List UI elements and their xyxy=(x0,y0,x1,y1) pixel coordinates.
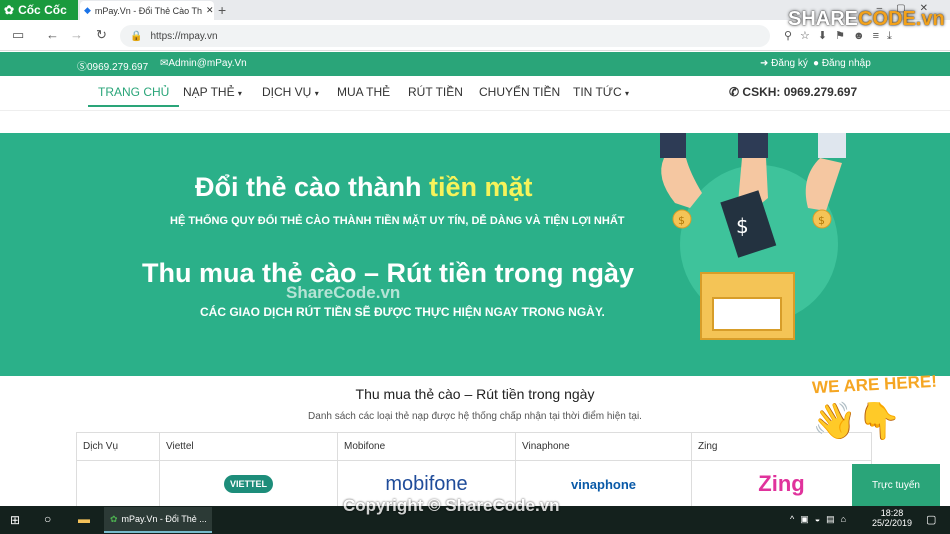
hero-subtitle-2: CÁC GIAO DỊCH RÚT TIỀN SẼ ĐƯỢC THỰC HIỆN… xyxy=(200,305,605,319)
site-favicon-icon: ◆ xyxy=(84,5,91,15)
sidebar-toggle-icon[interactable]: ▭ xyxy=(12,27,24,43)
table-cell xyxy=(77,460,160,507)
table-header: Dịch Vụ xyxy=(77,433,160,460)
clock[interactable]: 18:28 25/2/2019 xyxy=(872,508,912,528)
top-phone[interactable]: Ⓢ0969.279.697 xyxy=(77,58,148,73)
svg-text:$: $ xyxy=(818,214,825,227)
live-support-button[interactable]: Trực tuyến xyxy=(852,464,940,506)
caret-down-icon: ▾ xyxy=(237,89,242,98)
browser-toolbar-icons[interactable]: ⚲☆⬇⚑☻≡⤓ xyxy=(784,29,900,43)
nav-home[interactable]: TRANG CHỦ xyxy=(88,85,180,107)
viettel-logo[interactable]: VIETTEL xyxy=(160,460,338,507)
login-link[interactable]: ● Đăng nhập xyxy=(813,58,871,69)
zing-logo[interactable]: Zing xyxy=(692,460,871,507)
reload-icon[interactable]: ↻ xyxy=(96,27,107,43)
new-tab-icon[interactable]: + xyxy=(218,2,226,18)
svg-text:$: $ xyxy=(678,214,685,227)
hero-subtitle: HỆ THỐNG QUY ĐỔI THẺ CÀO THÀNH TIỀN MẶT … xyxy=(170,215,625,227)
copyright-watermark: Copyright © ShareCode.vn xyxy=(343,496,560,515)
skype-icon: Ⓢ xyxy=(77,62,87,73)
browser-brand-button[interactable]: ✿ Cốc Cốc xyxy=(0,0,78,20)
forward-icon[interactable]: → xyxy=(70,27,83,42)
nav-tin-tuc[interactable]: TIN TỨC ▾ xyxy=(573,85,629,99)
nav-rut-tien[interactable]: RÚT TIỀN xyxy=(408,85,463,99)
windows-start-icon[interactable]: ⊞ xyxy=(10,513,20,527)
sign-in-icon: ➜ xyxy=(760,58,769,69)
close-tab-icon[interactable]: ✕ xyxy=(206,5,214,16)
back-icon[interactable]: ← xyxy=(46,27,59,42)
nav-chuyen-tien[interactable]: CHUYỂN TIỀN xyxy=(479,85,560,99)
sharecode-logo: SHARECODE.vn xyxy=(788,8,945,30)
table-header: Mobifone xyxy=(338,433,516,460)
user-icon: ● xyxy=(813,58,820,69)
phone-icon: ✆ xyxy=(729,85,740,99)
nav-nap-the[interactable]: NẠP THẺ ▾ xyxy=(183,85,242,99)
svg-text:$: $ xyxy=(736,214,749,238)
hero-title: Đổi thẻ cào thành tiền mặt xyxy=(195,172,533,202)
caret-down-icon: ▾ xyxy=(314,89,319,98)
table-header: Vinaphone xyxy=(516,433,692,460)
file-explorer-icon[interactable]: ▬ xyxy=(78,512,90,526)
caret-down-icon: ▾ xyxy=(625,89,630,98)
coccoc-logo-icon: ✿ xyxy=(110,513,118,524)
waving-hands-icon: 👋👇 xyxy=(812,400,902,441)
search-icon[interactable]: ○ xyxy=(44,512,51,526)
table-header: Viettel xyxy=(160,433,338,460)
taskbar-app-coccoc[interactable]: ✿ mPay.Vn - Đổi Thẻ ... xyxy=(104,507,212,533)
nav-dich-vu[interactable]: DỊCH VỤ ▾ xyxy=(262,85,319,99)
system-tray-icons[interactable]: ^▣◒▤⌂ xyxy=(790,514,852,525)
coccoc-logo-icon: ✿ xyxy=(4,3,15,17)
hands-coins-illustration: $ $ $ xyxy=(660,133,846,258)
hotline[interactable]: ✆ CSKH: 0969.279.697 xyxy=(729,85,857,99)
browser-tab[interactable]: ◆ mPay.Vn - Đổi Thẻ Cào Th ✕ xyxy=(80,1,214,20)
lock-icon: 🔒 xyxy=(130,30,143,42)
notifications-icon[interactable]: ▢ xyxy=(926,513,936,526)
money-box-window xyxy=(712,297,782,331)
watermark: ShareCode.vn xyxy=(286,283,401,302)
top-email[interactable]: ✉Admin@mPay.Vn xyxy=(160,58,247,69)
register-link[interactable]: ➜ Đăng ký xyxy=(760,58,808,69)
section-subtitle: Danh sách các loại thẻ nạp được hệ thống… xyxy=(308,411,642,422)
url-input[interactable]: 🔒 https://mpay.vn xyxy=(120,25,770,47)
nav-mua-the[interactable]: MUA THẺ xyxy=(337,85,390,99)
section-title: Thu mua thẻ cào – Rút tiền trong ngày xyxy=(355,386,595,402)
